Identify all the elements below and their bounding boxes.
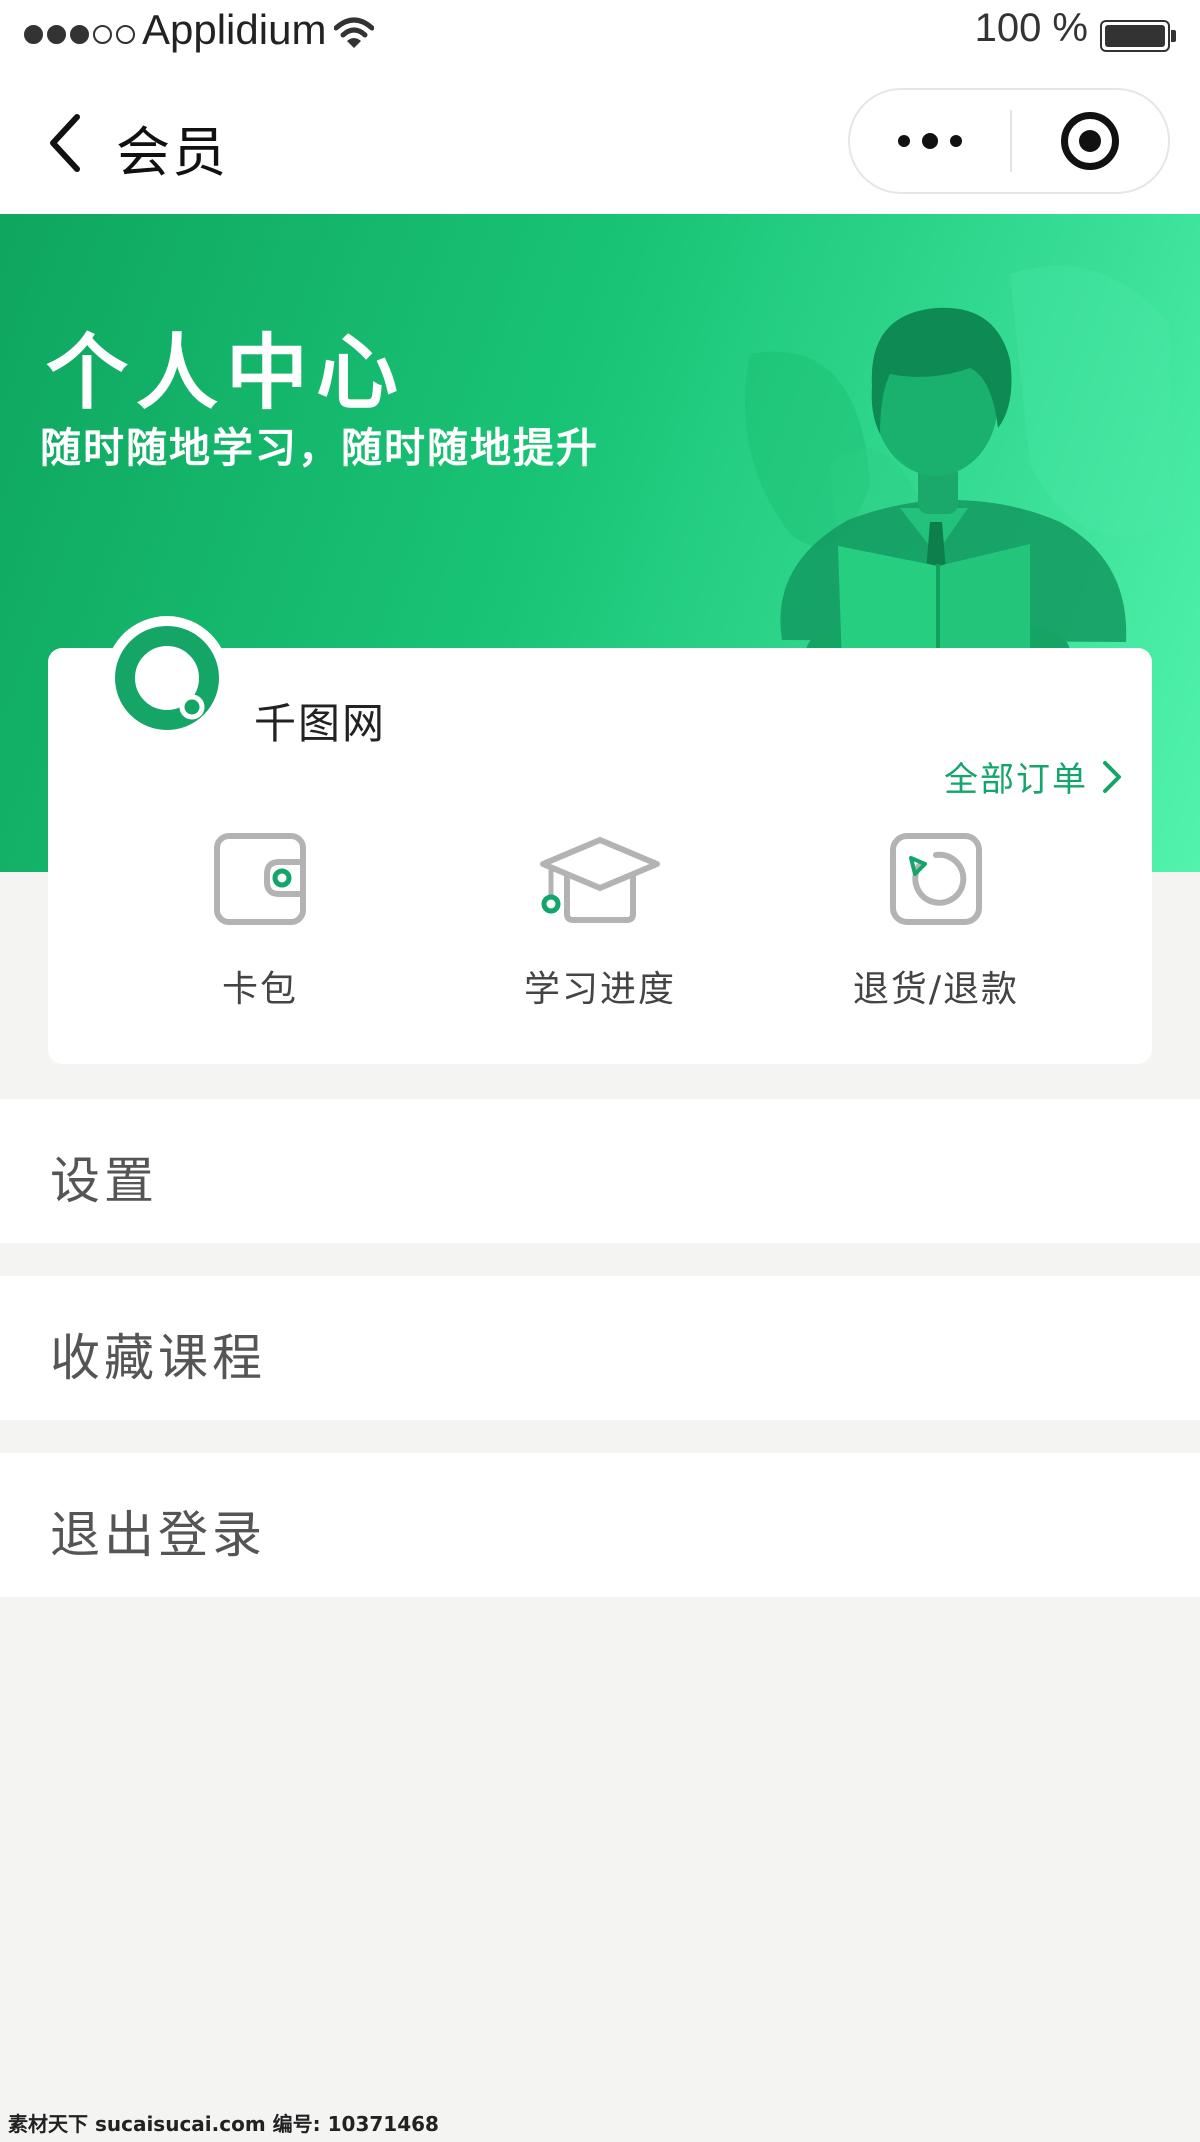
more-dots-icon <box>898 135 910 147</box>
wifi-icon <box>334 17 374 48</box>
mini-program-capsule <box>848 88 1170 194</box>
action-icon-wrap <box>871 824 1001 934</box>
action-label: 退货/退款 <box>852 969 1020 1010</box>
chevron-right-icon <box>1103 760 1121 793</box>
all-orders-link[interactable]: 全部订单 <box>944 752 1122 801</box>
username: 千图网 <box>254 699 387 748</box>
hero-title: 个人中心 <box>46 326 407 421</box>
menu-item-settings[interactable]: 设置 <box>0 1099 1200 1243</box>
avatar-logo-icon <box>115 626 219 730</box>
close-mini-program-button[interactable] <box>1012 90 1168 192</box>
more-dot <box>922 133 938 149</box>
refund-action[interactable]: 退货/退款 <box>776 824 1096 1024</box>
refund-icon <box>890 833 982 925</box>
profile-card: 千图网 全部订单 卡包 学习进度 退货/退款 <box>48 616 1152 1064</box>
back-button[interactable] <box>40 110 90 176</box>
signal-strength-icon <box>24 25 135 44</box>
action-icon-wrap <box>195 824 325 934</box>
chevron-left-icon <box>50 114 80 172</box>
wallet-icon <box>214 833 306 925</box>
target-ring-icon <box>1061 112 1119 170</box>
action-label: 卡包 <box>221 969 298 1010</box>
watermark: 素材天下 sucaisucai.com 编号: 10371468 <box>8 2112 439 2136</box>
more-dot <box>950 135 962 147</box>
menu-label: 收藏课程 <box>50 1329 266 1387</box>
menu-label: 退出登录 <box>50 1506 266 1564</box>
action-icon-wrap <box>535 824 665 934</box>
battery-icon <box>1100 20 1176 52</box>
page-title: 会员 <box>116 121 228 184</box>
all-orders-label: 全部订单 <box>944 760 1088 800</box>
action-label: 学习进度 <box>523 969 676 1010</box>
menu-label: 设置 <box>50 1152 158 1210</box>
carrier-name: Applidium <box>142 6 327 53</box>
battery-percentage: 100 % <box>974 6 1088 50</box>
menu-item-logout[interactable]: 退出登录 <box>0 1453 1200 1597</box>
quick-actions: 卡包 学习进度 退货/退款 <box>48 824 1152 1024</box>
card-wallet-action[interactable]: 卡包 <box>100 824 420 1024</box>
menu-item-favorite-courses[interactable]: 收藏课程 <box>0 1276 1200 1420</box>
nav-bar: 会员 <box>0 70 1200 214</box>
hero-subtitle: 随时随地学习，随时随地提升 <box>40 424 599 472</box>
more-button[interactable] <box>850 90 1010 192</box>
avatar[interactable] <box>105 616 229 740</box>
status-bar: Applidium 100 % <box>0 0 1200 70</box>
graduation-cap-icon <box>540 837 660 923</box>
learning-progress-action[interactable]: 学习进度 <box>440 824 760 1024</box>
